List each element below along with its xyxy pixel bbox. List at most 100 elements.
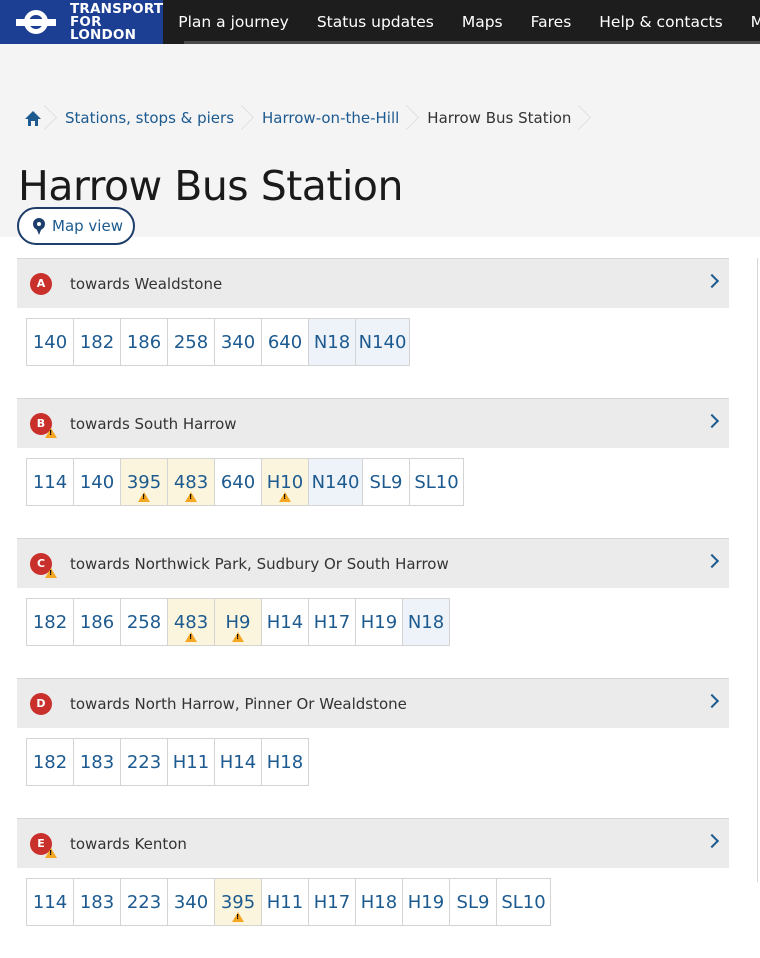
route-sl9[interactable]: SL9 [449,878,497,926]
stop-letter-badge: A [30,272,52,295]
route-483[interactable]: 483 [167,598,215,646]
route-114[interactable]: 114 [26,458,74,506]
nav-more[interactable]: Mo [737,0,760,44]
nav-status-updates[interactable]: Status updates [303,0,448,44]
map-view-button[interactable]: Map view [17,207,135,245]
route-640[interactable]: 640 [214,458,262,506]
stop-b: Btowards South Harrow 114 140 395 483 640 H10 N… [17,398,729,506]
route-h18[interactable]: H18 [261,738,309,786]
route-182[interactable]: 182 [26,598,74,646]
route-number: 258 [126,611,162,633]
stop-letter-badge: D [30,692,52,715]
map-view-label: Map view [52,217,123,235]
route-h11[interactable]: H11 [261,878,309,926]
route-sl9[interactable]: SL9 [362,458,410,506]
route-h14[interactable]: H14 [261,598,309,646]
stop-header[interactable]: Ctowards Northwick Park, Sudbury Or Sout… [17,538,729,588]
warning-icon [45,427,57,438]
route-183[interactable]: 183 [73,738,121,786]
nav-fares[interactable]: Fares [517,0,586,44]
route-223[interactable]: 223 [120,738,168,786]
stop-e: Etowards Kenton 114 183 223 340 395 H11 H17 H18 H… [17,818,729,926]
route-182[interactable]: 182 [26,738,74,786]
warning-icon [232,632,244,642]
route-n140[interactable]: N140 [308,458,363,506]
route-395[interactable]: 395 [214,878,262,926]
breadcrumb: Stations, stops & piers Harrow-on-the-Hi… [17,102,585,134]
route-list: 114 140 395 483 640 H10 N140 SL9 SL10 [26,458,729,506]
route-640[interactable]: 640 [261,318,309,366]
breadcrumb-harrow-on-the-hill[interactable]: Harrow-on-the-Hill [248,102,413,134]
route-number: 114 [32,891,68,913]
route-h19[interactable]: H19 [402,878,450,926]
route-number: 395 [126,471,162,493]
route-223[interactable]: 223 [120,878,168,926]
stop-direction: towards Wealdstone [70,274,223,293]
route-258[interactable]: 258 [120,598,168,646]
route-340[interactable]: 340 [214,318,262,366]
route-395[interactable]: 395 [120,458,168,506]
stop-letter-badge: E [30,832,57,858]
route-h18[interactable]: H18 [355,878,403,926]
route-186[interactable]: 186 [73,598,121,646]
stop-direction: towards Northwick Park, Sudbury Or South… [70,554,449,573]
stop-header[interactable]: Atowards Wealdstone [17,258,729,308]
stop-letter: B [36,417,46,430]
route-number: H17 [313,891,351,913]
nav-help-contacts[interactable]: Help & contacts [585,0,736,44]
chevron-right-icon [704,693,720,709]
route-number: SL9 [456,891,490,913]
warning-icon [279,492,291,502]
route-182[interactable]: 182 [73,318,121,366]
breadcrumb-stations[interactable]: Stations, stops & piers [51,102,248,134]
tfl-logo[interactable]: TRANSPORT FOR LONDON [0,0,164,44]
route-number: 182 [32,751,68,773]
route-h14[interactable]: H14 [214,738,262,786]
route-number: 186 [79,611,115,633]
route-h19[interactable]: H19 [355,598,403,646]
route-183[interactable]: 183 [73,878,121,926]
nav-maps[interactable]: Maps [448,0,517,44]
stop-d: Dtowards North Harrow, Pinner Or Wealdst… [17,678,729,786]
route-sl10[interactable]: SL10 [496,878,551,926]
stop-header[interactable]: Btowards South Harrow [17,398,729,448]
breadcrumb-home[interactable] [17,102,51,134]
warning-icon [232,912,244,922]
route-number: N140 [358,331,407,353]
brand-line-2: FOR LONDON [70,13,137,43]
route-n18[interactable]: N18 [402,598,450,646]
route-114[interactable]: 114 [26,878,74,926]
route-number: 395 [220,891,256,913]
route-number: SL10 [414,471,459,493]
route-number: 640 [267,331,303,353]
route-h17[interactable]: H17 [308,878,356,926]
route-list: 182 186 258 483 H9 H14 H17 H19 N18 [26,598,729,646]
route-sl10[interactable]: SL10 [409,458,464,506]
route-140[interactable]: 140 [26,318,74,366]
route-list: 114 183 223 340 395 H11 H17 H18 H19 SL9 SL10 [26,878,729,926]
route-h11[interactable]: H11 [167,738,215,786]
route-140[interactable]: 140 [73,458,121,506]
route-number: N18 [407,611,445,633]
route-h9[interactable]: H9 [214,598,262,646]
route-list: 140 182 186 258 340 640 N18 N140 [26,318,729,366]
route-186[interactable]: 186 [120,318,168,366]
chevron-right-icon [704,413,720,429]
route-483[interactable]: 483 [167,458,215,506]
route-number: H14 [266,611,304,633]
route-number: 340 [173,891,209,913]
route-h10[interactable]: H10 [261,458,309,506]
route-h17[interactable]: H17 [308,598,356,646]
route-number: H10 [266,471,304,493]
route-340[interactable]: 340 [167,878,215,926]
top-nav: TRANSPORT FOR LONDON Plan a journey Stat… [0,0,760,44]
route-number: 182 [32,611,68,633]
warning-icon [185,632,197,642]
nav-plan-journey[interactable]: Plan a journey [163,0,303,44]
stop-header[interactable]: Dtowards North Harrow, Pinner Or Wealdst… [17,678,729,728]
stop-header[interactable]: Etowards Kenton [17,818,729,868]
stop-letter-badge: C [30,552,57,578]
route-258[interactable]: 258 [167,318,215,366]
route-n140[interactable]: N140 [355,318,410,366]
route-n18[interactable]: N18 [308,318,356,366]
